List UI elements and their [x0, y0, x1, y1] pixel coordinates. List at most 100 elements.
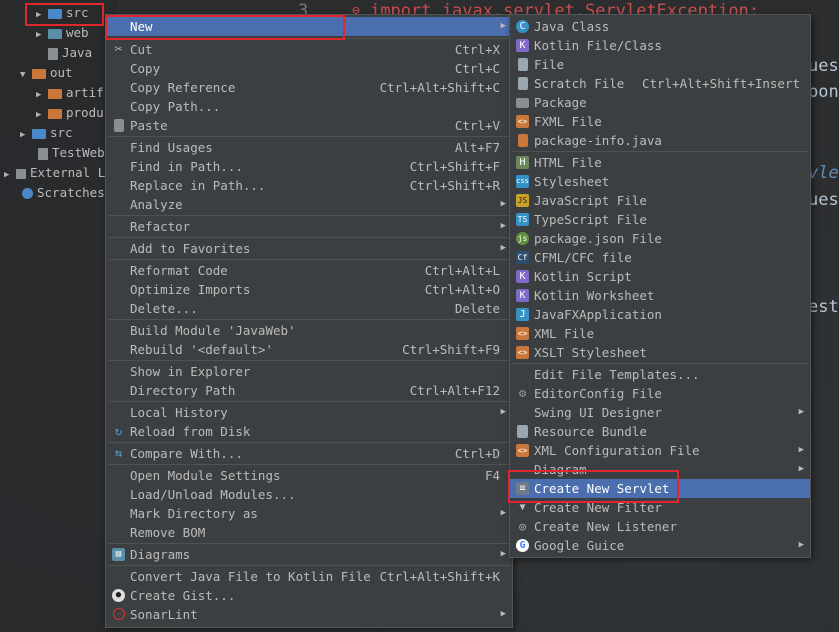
collapse-arrow-icon[interactable]: ▼ [20, 65, 32, 85]
menu-item-reload-from-disk[interactable]: ↻ Reload from Disk [106, 422, 512, 441]
expand-arrow-icon[interactable]: ▶ [4, 165, 16, 185]
java-file-icon [518, 134, 528, 147]
menu-separator [108, 319, 510, 320]
scratch-file-icon [518, 77, 528, 90]
menu-item-paste[interactable]: Paste Ctrl+V [106, 116, 512, 135]
tree-item-javaweb-iml[interactable]: Java [48, 43, 92, 63]
reload-icon: ↻ [114, 424, 123, 438]
submenu-arrow-icon: ▶ [500, 508, 506, 518]
gear-icon: ⚙ [518, 386, 527, 400]
code-fragment: ponse [808, 82, 839, 102]
menu-item-find-usages[interactable]: Find Usages Alt+F7 [106, 138, 512, 157]
submenu-item-kotlin-worksheet[interactable]: K Kotlin Worksheet [510, 286, 810, 305]
menu-item-load-unload-modules[interactable]: Load/Unload Modules... [106, 485, 512, 504]
submenu-item-stylesheet[interactable]: css Stylesheet [510, 172, 810, 191]
cfml-file-icon: Cf [516, 251, 529, 264]
submenu-item-package-info[interactable]: package-info.java [510, 131, 810, 150]
menu-item-copy-reference[interactable]: Copy Reference Ctrl+Alt+Shift+C [106, 78, 512, 97]
tree-item-label: External L [30, 165, 106, 180]
submenu-arrow-icon: ▶ [798, 540, 804, 550]
menu-item-copy-path[interactable]: Copy Path... [106, 97, 512, 116]
menu-item-compare-with[interactable]: ⇆ Compare With... Ctrl+D [106, 444, 512, 463]
menu-item-reformat-code[interactable]: Reformat Code Ctrl+Alt+L [106, 261, 512, 280]
submenu-item-edit-file-templates[interactable]: Edit File Templates... [510, 365, 810, 384]
tree-item-src-2[interactable]: ▶ src [20, 123, 73, 143]
submenu-item-javascript-file[interactable]: JS JavaScript File [510, 191, 810, 210]
menu-item-refactor[interactable]: Refactor ▶ [106, 217, 512, 236]
menu-item-build-module[interactable]: Build Module 'JavaWeb' [106, 321, 512, 340]
menu-item-mark-directory-as[interactable]: Mark Directory as ▶ [106, 504, 512, 523]
diagram-icon: ▤ [112, 548, 125, 561]
menu-item-sonarlint[interactable]: — SonarLint ▶ [106, 605, 512, 624]
tree-item-out[interactable]: ▼ out [20, 63, 73, 83]
submenu-item-package-json[interactable]: js package.json File [510, 229, 810, 248]
css-file-icon: css [516, 175, 529, 188]
xml-config-icon: <> [516, 444, 529, 457]
submenu-item-package[interactable]: Package [510, 93, 810, 112]
expand-arrow-icon[interactable]: ▶ [36, 25, 48, 45]
tree-item-testweb[interactable]: TestWeb [38, 143, 105, 163]
tree-item-label: Scratches [37, 185, 105, 200]
submenu-item-file[interactable]: File [510, 55, 810, 74]
menu-item-local-history[interactable]: Local History ▶ [106, 403, 512, 422]
tree-item-external-libraries[interactable]: ▶ External L [4, 163, 105, 183]
tree-item-label: out [50, 65, 73, 80]
submenu-item-kotlin-script[interactable]: K Kotlin Script [510, 267, 810, 286]
expand-arrow-icon[interactable]: ▶ [20, 125, 32, 145]
github-icon: ● [112, 589, 125, 602]
web-folder-icon [48, 28, 62, 39]
menu-item-analyze[interactable]: Analyze ▶ [106, 195, 512, 214]
submenu-item-editorconfig-file[interactable]: ⚙ EditorConfig File [510, 384, 810, 403]
tree-item-web[interactable]: ▶ web [36, 23, 89, 43]
submenu-item-java-class[interactable]: C Java Class [510, 17, 810, 36]
submenu-item-xml-configuration-file[interactable]: <> XML Configuration File ▶ [510, 441, 810, 460]
menu-item-remove-bom[interactable]: Remove BOM [106, 523, 512, 542]
menu-item-directory-path[interactable]: Directory Path Ctrl+Alt+F12 [106, 381, 512, 400]
menu-item-open-module-settings[interactable]: Open Module Settings F4 [106, 466, 512, 485]
tree-item-artifacts[interactable]: ▶ artif [36, 83, 104, 103]
menu-item-find-in-path[interactable]: Find in Path... Ctrl+Shift+F [106, 157, 512, 176]
tree-item-production[interactable]: ▶ produ [36, 103, 104, 123]
expand-arrow-icon[interactable]: ▶ [36, 85, 48, 105]
menu-item-add-to-favorites[interactable]: Add to Favorites ▶ [106, 239, 512, 258]
listener-icon: ◎ [519, 520, 526, 533]
submenu-item-swing-ui-designer[interactable]: Swing UI Designer ▶ [510, 403, 810, 422]
typescript-file-icon: TS [516, 213, 529, 226]
submenu-item-google-guice[interactable]: G Google Guice ▶ [510, 536, 810, 555]
submenu-arrow-icon: ▶ [798, 464, 804, 474]
servlet-highlight-box [508, 470, 679, 503]
project-panel: ▶ src ▶ web Java ▼ out ▶ artif ▶ produ ▶ src T… [0, 0, 118, 632]
menu-item-create-gist[interactable]: ● Create Gist... [106, 586, 512, 605]
submenu-item-typescript-file[interactable]: TS TypeScript File [510, 210, 810, 229]
menu-item-copy[interactable]: Copy Ctrl+C [106, 59, 512, 78]
menu-item-cut[interactable]: ✂ Cut Ctrl+X [106, 40, 512, 59]
menu-item-show-in-explorer[interactable]: Show in Explorer [106, 362, 512, 381]
submenu-item-scratch-file[interactable]: Scratch File Ctrl+Alt+Shift+Insert [510, 74, 810, 93]
submenu-item-xml-file[interactable]: <> XML File [510, 324, 810, 343]
submenu-item-cfml-file[interactable]: Cf CFML/CFC file [510, 248, 810, 267]
submenu-item-xslt-stylesheet[interactable]: <> XSLT Stylesheet [510, 343, 810, 362]
menu-item-convert-java-to-kotlin[interactable]: Convert Java File to Kotlin File Ctrl+Alt… [106, 567, 512, 586]
code-fragment: uest [808, 56, 839, 76]
tree-item-label: Java [62, 45, 93, 60]
menu-item-optimize-imports[interactable]: Optimize Imports Ctrl+Alt+O [106, 280, 512, 299]
submenu-item-javafx-application[interactable]: J JavaFXApplication [510, 305, 810, 324]
menu-item-replace-in-path[interactable]: Replace in Path... Ctrl+Shift+R [106, 176, 512, 195]
submenu-item-html-file[interactable]: H HTML File [510, 153, 810, 172]
menu-item-diagrams[interactable]: ▤ Diagrams ▶ [106, 545, 512, 564]
resource-bundle-icon [517, 425, 528, 438]
submenu-item-create-new-listener[interactable]: ◎ Create New Listener [510, 517, 810, 536]
expand-arrow-icon[interactable]: ▶ [36, 105, 48, 125]
submenu-item-resource-bundle[interactable]: Resource Bundle [510, 422, 810, 441]
submenu-arrow-icon: ▶ [500, 549, 506, 559]
orange-folder-icon [32, 68, 46, 79]
tree-item-scratches[interactable]: Scratches [22, 183, 105, 203]
kotlin-script-icon: K [516, 270, 529, 283]
xslt-file-icon: <> [516, 346, 529, 359]
submenu-item-kotlin-file[interactable]: K Kotlin File/Class [510, 36, 810, 55]
compare-icon: ⇆ [114, 446, 123, 460]
menu-item-rebuild[interactable]: Rebuild '<default>' Ctrl+Shift+F9 [106, 340, 512, 359]
menu-item-delete[interactable]: Delete... Delete [106, 299, 512, 318]
submenu-item-fxml-file[interactable]: <> FXML File [510, 112, 810, 131]
nodejs-icon: js [516, 232, 529, 245]
